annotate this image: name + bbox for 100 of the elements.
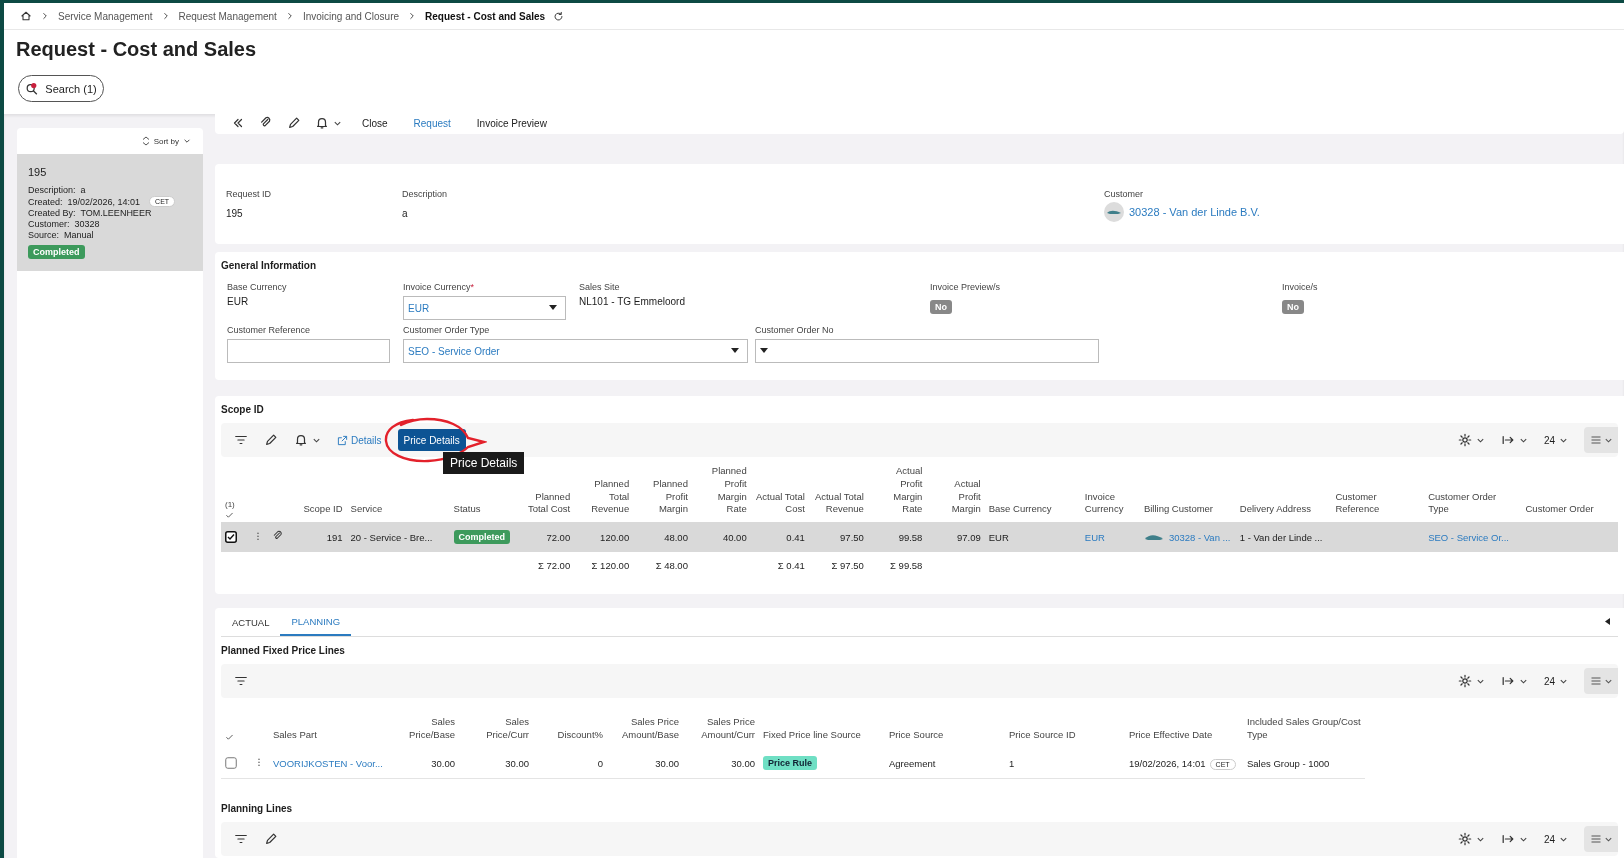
column-total: Σ 99.58 bbox=[890, 559, 923, 571]
column-header[interactable]: Actual Total Revenue bbox=[812, 490, 864, 517]
column-header[interactable]: Fixed Price line Source bbox=[763, 729, 881, 742]
section-title: Planned Fixed Price Lines bbox=[221, 644, 346, 656]
column-header[interactable]: Sales Price Amount/Curr bbox=[687, 716, 755, 742]
breadcrumb-current: Request - Cost and Sales bbox=[425, 10, 546, 22]
column-header[interactable]: Sales Price/Curr bbox=[463, 716, 529, 742]
table-link[interactable]: VOORIJKOSTEN - Voor... bbox=[273, 757, 383, 769]
column-header[interactable]: Service bbox=[350, 503, 446, 517]
column-header[interactable]: Customer Reference bbox=[1335, 490, 1421, 517]
field-label: Customer Order Type bbox=[403, 325, 490, 335]
column-header[interactable]: Invoice Currency bbox=[1084, 490, 1136, 517]
table-cell: 30.00 bbox=[731, 757, 755, 769]
breadcrumb-link[interactable]: Request Management bbox=[178, 10, 277, 22]
column-header[interactable]: Discount% bbox=[537, 729, 603, 742]
column-header[interactable]: Actual Profit Margin bbox=[930, 477, 981, 517]
input-field[interactable] bbox=[227, 339, 390, 363]
column-header[interactable]: Customer Order bbox=[1525, 503, 1614, 517]
table-cell: 0.41 bbox=[786, 531, 805, 543]
field-label: Created: bbox=[28, 196, 63, 207]
chevron-right-icon bbox=[40, 11, 50, 21]
page-size[interactable]: 24 bbox=[1543, 675, 1555, 687]
dropdown-arrow-icon bbox=[731, 348, 739, 354]
dropdown-field[interactable]: EUR bbox=[403, 296, 566, 320]
breadcrumb-link[interactable]: Invoicing and Closure bbox=[302, 10, 400, 22]
column-header[interactable]: Sales Price Amount/Base bbox=[611, 716, 679, 742]
status-badge: Completed bbox=[28, 245, 85, 259]
column-header[interactable]: Sales Part bbox=[273, 729, 385, 742]
field-label: Description: bbox=[28, 185, 76, 195]
section-title: General Information bbox=[221, 259, 317, 271]
price-details-button[interactable]: Price Details bbox=[397, 429, 466, 451]
field-label: Created By: bbox=[28, 208, 76, 218]
column-total: Σ 72.00 bbox=[537, 559, 571, 571]
column-total: Σ 120.00 bbox=[591, 559, 630, 571]
logo-icon bbox=[1143, 533, 1164, 542]
field-label: Invoice Preview/s bbox=[930, 282, 1001, 292]
column-header[interactable]: Billing Customer bbox=[1143, 503, 1232, 517]
external-link-icon bbox=[337, 434, 348, 446]
column-header[interactable]: Scope ID bbox=[297, 503, 343, 517]
column-header[interactable]: Planned Total Cost bbox=[519, 490, 571, 517]
table-cell: 30.00 bbox=[505, 757, 529, 769]
selection-count: (1) bbox=[225, 500, 236, 512]
table-cell: 48.00 bbox=[664, 531, 688, 543]
column-header[interactable]: Status bbox=[453, 503, 512, 517]
table-cell: 97.09 bbox=[956, 531, 981, 543]
search-icon bbox=[25, 81, 40, 96]
row-checkbox[interactable] bbox=[225, 531, 237, 544]
page-size[interactable]: 24 bbox=[1543, 434, 1555, 446]
field-label: Customer: bbox=[28, 219, 70, 229]
table-cell: 20 - Service - Bre... bbox=[350, 531, 433, 543]
filter-icon bbox=[234, 832, 248, 846]
column-header[interactable]: Planned Profit Margin bbox=[637, 477, 688, 517]
row-checkbox[interactable] bbox=[225, 757, 237, 769]
tab[interactable]: ACTUAL bbox=[221, 608, 281, 636]
column-header[interactable]: Customer Order Type bbox=[1428, 490, 1518, 517]
list-icon bbox=[1589, 434, 1602, 446]
column-header[interactable]: Price Effective Date bbox=[1129, 729, 1239, 742]
column-header[interactable]: Sales Price/Base bbox=[393, 716, 455, 742]
page-size[interactable]: 24 bbox=[1543, 833, 1555, 845]
column-header[interactable]: Delivery Address bbox=[1239, 503, 1328, 517]
table-cell: 1 bbox=[1009, 757, 1015, 769]
column-header[interactable]: Price Source bbox=[889, 729, 1001, 742]
settings-icon bbox=[1457, 832, 1472, 846]
column-header[interactable]: Actual Total Cost bbox=[754, 490, 805, 517]
bell-icon bbox=[294, 433, 308, 447]
details-link[interactable]: Details bbox=[337, 434, 382, 446]
column-header[interactable]: Included Sales Group/Cost Type bbox=[1247, 716, 1361, 742]
customer-link[interactable]: 30328 - Van der Linde B.V. bbox=[1129, 206, 1260, 218]
sort-label[interactable]: Sort by bbox=[153, 136, 179, 146]
column-header[interactable]: Actual Profit Margin Rate bbox=[871, 465, 923, 517]
field-label: Base Currency bbox=[227, 282, 287, 292]
double-chevron-left-icon bbox=[231, 116, 245, 130]
source-tag: Price Rule bbox=[763, 756, 818, 770]
field-value: a bbox=[80, 185, 86, 195]
field-label: Customer bbox=[1104, 189, 1143, 199]
sort-button[interactable]: Sort by bbox=[141, 136, 191, 146]
dropdown-field[interactable] bbox=[755, 339, 1099, 363]
field-value: 30328 bbox=[74, 219, 100, 229]
table-cell: Sales Group - 1000 bbox=[1247, 757, 1330, 769]
column-header[interactable]: Planned Profit Margin Rate bbox=[695, 465, 747, 517]
field-label: Description bbox=[402, 189, 448, 199]
flag-badge: No bbox=[1282, 300, 1304, 314]
arrow-to-right-icon bbox=[1500, 674, 1515, 688]
table-cell: 30.00 bbox=[431, 757, 455, 769]
table-cell: Agreement bbox=[889, 757, 936, 769]
column-header[interactable]: Base Currency bbox=[988, 503, 1077, 517]
tab[interactable]: PLANNING bbox=[280, 608, 352, 636]
bell-icon bbox=[315, 116, 329, 130]
table-cell: 120.00 bbox=[600, 531, 630, 543]
settings-icon bbox=[1457, 433, 1472, 447]
column-header[interactable]: Price Source ID bbox=[1009, 729, 1121, 742]
search-button[interactable]: Search (1) bbox=[18, 75, 104, 102]
collapse-icon[interactable] bbox=[1605, 618, 1610, 625]
section-title: Planning Lines bbox=[221, 802, 294, 814]
column-header[interactable]: Planned Total Revenue bbox=[578, 477, 630, 517]
pencil-icon bbox=[264, 433, 278, 447]
field-label: Source: bbox=[28, 230, 60, 240]
breadcrumb-link[interactable]: Service Management bbox=[58, 10, 153, 22]
field-label: Customer Reference bbox=[227, 325, 311, 335]
dropdown-field[interactable]: SEO - Service Order bbox=[403, 339, 748, 363]
